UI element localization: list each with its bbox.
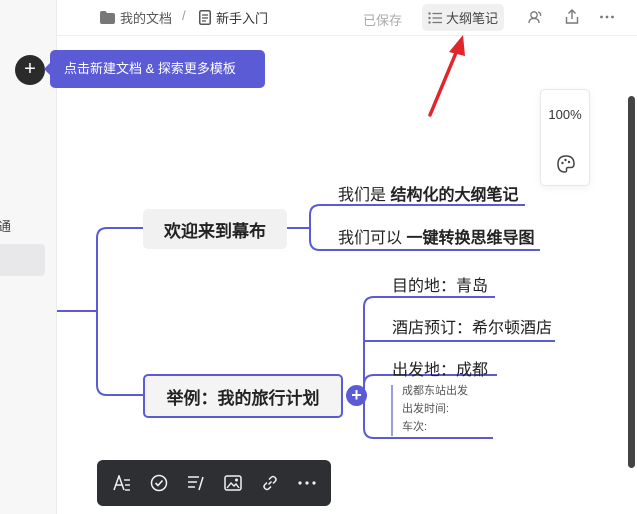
mindmap-node-welcome-child-1[interactable]: 我们是 结构化的大纲笔记 [338, 181, 518, 205]
departure-note-line-3: 车次: [402, 421, 428, 433]
check-circle-icon[interactable] [148, 472, 170, 494]
format-toolbar [97, 460, 331, 506]
sidebar-partial-label[interactable]: 通 [0, 216, 11, 235]
sidebar-active-item[interactable] [0, 244, 45, 276]
breadcrumb-doc-label: 新手入门 [216, 11, 269, 26]
departure-note[interactable]: 成都东站出发 出发时间: 车次: [402, 382, 468, 436]
breadcrumb-folder[interactable]: 我的文档 [100, 8, 172, 27]
welcome-child-1-bold: 结构化的大纲笔记 [390, 187, 519, 204]
theme-palette-icon[interactable] [556, 154, 576, 174]
more-options-icon[interactable] [599, 9, 615, 25]
collaborators-icon[interactable] [528, 9, 544, 25]
annotation-arrow [428, 35, 465, 117]
zoom-level[interactable]: 100% [541, 107, 589, 122]
welcome-child-2-bold: 一键转换思维导图 [406, 230, 535, 247]
text-style-icon[interactable] [111, 472, 133, 494]
image-icon[interactable] [222, 472, 244, 494]
document-icon [199, 10, 211, 25]
outline-list-icon [428, 11, 442, 24]
welcome-child-1-prefix: 我们是 [338, 187, 391, 204]
save-status: 已保存 [363, 13, 403, 28]
breadcrumb-folder-label: 我的文档 [120, 11, 173, 26]
link-icon[interactable] [259, 472, 281, 494]
zoom-panel: 100% [540, 89, 590, 186]
more-icon[interactable] [296, 472, 318, 494]
mindmap-node-welcome-child-2[interactable]: 我们可以 一键转换思维导图 [338, 224, 534, 248]
breadcrumb-separator: / [182, 8, 186, 23]
breadcrumb-doc[interactable]: 新手入门 [199, 8, 268, 27]
share-icon[interactable] [564, 9, 580, 25]
departure-note-line-2: 出发时间: [402, 403, 450, 415]
welcome-child-2-prefix: 我们可以 [338, 230, 407, 247]
top-bar: 我的文档 / 新手入门 已保存 大纲笔记 [57, 0, 637, 36]
new-document-tip[interactable]: 点击新建文档 & 探索更多模板 [44, 50, 265, 88]
mindmap-node-destination[interactable]: 目的地：青岛 [392, 272, 488, 296]
add-child-button[interactable]: + [346, 385, 367, 406]
mindmap-node-trip-plan[interactable]: 举例：我的旅行计划 [143, 374, 343, 418]
folder-icon [100, 11, 115, 24]
new-document-button[interactable]: + [15, 55, 45, 85]
outline-notes-label: 大纲笔记 [446, 11, 499, 26]
mindmap-node-departure[interactable]: 出发地：成都 [392, 356, 488, 380]
mindmap-node-welcome[interactable]: 欢迎来到幕布 [143, 209, 287, 249]
list-icon[interactable] [185, 472, 207, 494]
outline-notes-button[interactable]: 大纲笔记 [422, 4, 505, 31]
departure-note-line-1: 成都东站出发 [402, 385, 468, 397]
vertical-scrollbar[interactable] [628, 96, 635, 468]
mindmap-node-hotel[interactable]: 酒店预订：希尔顿酒店 [392, 314, 552, 338]
